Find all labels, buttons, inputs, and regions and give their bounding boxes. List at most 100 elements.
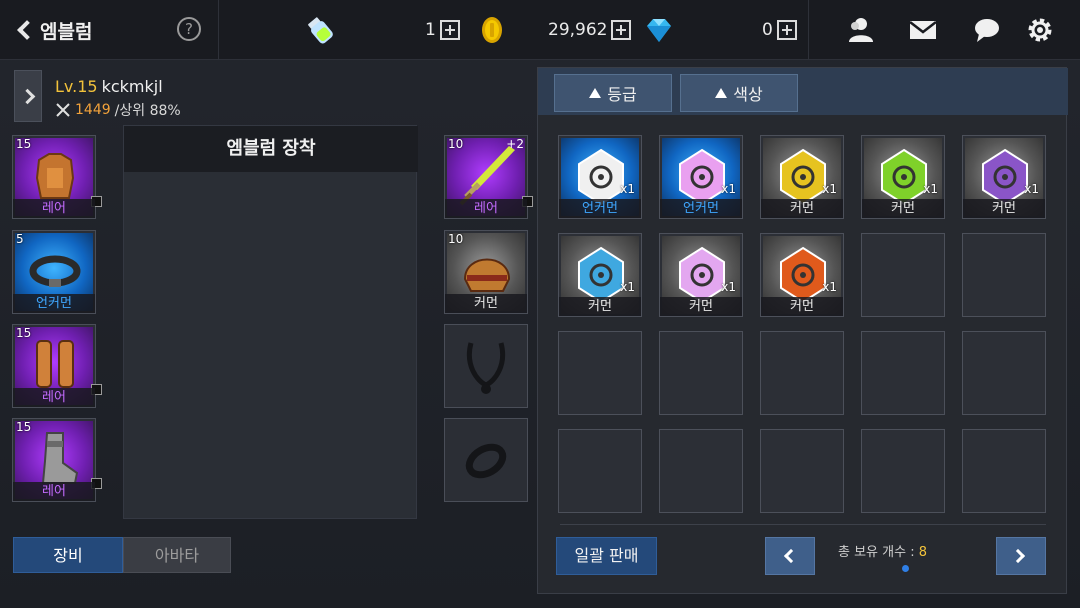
chat-icon[interactable]	[971, 14, 1003, 46]
top-bar: 엠블럼 ? 1 29,962 0	[0, 0, 1080, 60]
add-gold-button[interactable]	[611, 20, 632, 40]
gold-counter: 29,962	[548, 14, 632, 46]
enhance-level: +2	[506, 137, 524, 151]
sort-grade-button[interactable]: 등급	[554, 74, 672, 112]
next-page-button[interactable]	[996, 537, 1046, 575]
emblem-item[interactable]: x1 커먼	[659, 233, 743, 317]
slot-count: 15	[16, 326, 32, 340]
item-grade: 커먼	[963, 199, 1045, 218]
crossed-swords-icon	[56, 103, 70, 117]
gem-counter: 0	[762, 14, 797, 46]
slot-count: 10	[448, 137, 464, 151]
item-grade: 커먼	[862, 199, 944, 218]
equip-slot-ring-empty[interactable]	[444, 418, 528, 502]
equip-slot-armor[interactable]: 15 레어	[12, 135, 96, 219]
chevron-left-icon	[783, 548, 799, 564]
tab-avatar[interactable]: 아바타	[123, 537, 231, 573]
help-button[interactable]: ?	[177, 17, 201, 41]
empty-inventory-cell[interactable]	[760, 331, 844, 415]
empty-inventory-cell[interactable]	[861, 331, 945, 415]
sort-grade-label: 등급	[607, 85, 637, 104]
slot-grade: 레어	[13, 199, 95, 218]
emblem-item[interactable]: x1 언커먼	[558, 135, 642, 219]
emblem-item[interactable]: x1 커먼	[760, 233, 844, 317]
empty-inventory-cell[interactable]	[861, 429, 945, 513]
slot-count: 5	[16, 232, 24, 246]
sort-up-icon	[589, 88, 602, 98]
diamond-icon	[647, 19, 671, 42]
divider	[808, 0, 809, 60]
slot-grade: 언커먼	[13, 294, 95, 313]
empty-inventory-cell[interactable]	[558, 429, 642, 513]
empty-inventory-cell[interactable]	[962, 233, 1046, 317]
total-owned-count: 8	[918, 545, 927, 560]
emblem-screen: 엠블럼 ? 1 29,962 0 Lv.15 kckmkjl 1449 /상위 …	[0, 0, 1080, 608]
empty-inventory-cell[interactable]	[659, 429, 743, 513]
character-name: kckmkjl	[101, 77, 163, 96]
empty-inventory-cell[interactable]	[962, 331, 1046, 415]
tab-equipment[interactable]: 장비	[13, 537, 123, 573]
friends-icon[interactable]	[845, 14, 877, 46]
divider	[218, 0, 219, 60]
item-grade: 언커먼	[559, 199, 641, 218]
slot-grade: 레어	[13, 482, 95, 501]
filter-bar: 등급 색상	[538, 68, 1068, 115]
item-quantity: x1	[620, 182, 635, 196]
slot-grade: 커먼	[445, 294, 527, 313]
back-button[interactable]: 엠블럼	[12, 12, 122, 48]
equip-slot-necklace-empty[interactable]	[444, 324, 528, 408]
emblem-item[interactable]: x1 커먼	[962, 135, 1046, 219]
emblem-item[interactable]: x1 언커먼	[659, 135, 743, 219]
equip-slot-weapon[interactable]: 10 +2 레어	[444, 135, 528, 219]
emblem-item[interactable]: x1 커먼	[861, 135, 945, 219]
empty-inventory-cell[interactable]	[962, 429, 1046, 513]
sort-up-icon	[715, 88, 728, 98]
emblem-item[interactable]: x1 커먼	[760, 135, 844, 219]
ring-icon	[465, 443, 507, 479]
gold-value: 29,962	[548, 20, 608, 40]
item-grade: 커먼	[559, 297, 641, 316]
item-grade: 언커먼	[660, 199, 742, 218]
expand-character-button[interactable]	[14, 70, 42, 122]
equip-slot-greaves[interactable]: 15 레어	[12, 324, 96, 408]
add-stamina-button[interactable]	[439, 20, 460, 40]
equip-slot-belt[interactable]: 5 언커먼	[12, 230, 96, 314]
slot-grade: 레어	[445, 199, 527, 218]
equip-slot-helmet[interactable]: 10 커먼	[444, 230, 528, 314]
necklace-icon	[467, 342, 505, 394]
stamina-counter: 1	[425, 14, 460, 46]
empty-inventory-cell[interactable]	[659, 331, 743, 415]
item-quantity: x1	[822, 182, 837, 196]
item-quantity: x1	[822, 280, 837, 294]
combat-power: 1449/상위 88%	[55, 100, 181, 120]
page-indicator-dot	[902, 565, 909, 572]
item-grade: 커먼	[761, 199, 843, 218]
item-quantity: x1	[620, 280, 635, 294]
total-owned-label: 총 보유 개수 :	[838, 545, 919, 560]
stamina-value: 1	[425, 20, 436, 40]
screen-title: 엠블럼	[40, 20, 93, 43]
chevron-right-icon	[1010, 548, 1026, 564]
add-gem-button[interactable]	[776, 20, 797, 40]
slot-grade: 레어	[13, 388, 95, 407]
emblem-item[interactable]: x1 커먼	[558, 233, 642, 317]
power-value: 1449	[75, 102, 111, 118]
settings-gear-icon[interactable]	[1024, 14, 1056, 46]
bulk-sell-button[interactable]: 일괄 판매	[556, 537, 657, 575]
mail-icon[interactable]	[907, 14, 939, 46]
emblem-panel-title: 엠블럼 장착	[124, 126, 418, 172]
emblem-equip-panel: 엠블럼 장착	[123, 125, 418, 519]
prev-page-button[interactable]	[765, 537, 815, 575]
item-grade: 커먼	[761, 297, 843, 316]
slot-count: 15	[16, 137, 32, 151]
equip-slot-boots[interactable]: 15 레어	[12, 418, 96, 502]
gem-value: 0	[762, 20, 773, 40]
slot-count: 10	[448, 232, 464, 246]
emblem-inventory-panel: 등급 색상 x1 언커먼 x1 언커먼 x1 커먼 x1 커먼 x1 커먼 x1 커먼 x1 커먼 x1 커먼…	[537, 67, 1068, 594]
empty-inventory-cell[interactable]	[861, 233, 945, 317]
sort-color-button[interactable]: 색상	[680, 74, 798, 112]
back-arrow-icon	[17, 20, 37, 40]
total-owned: 총 보유 개수 : 8	[838, 541, 927, 560]
empty-inventory-cell[interactable]	[558, 331, 642, 415]
empty-inventory-cell[interactable]	[760, 429, 844, 513]
